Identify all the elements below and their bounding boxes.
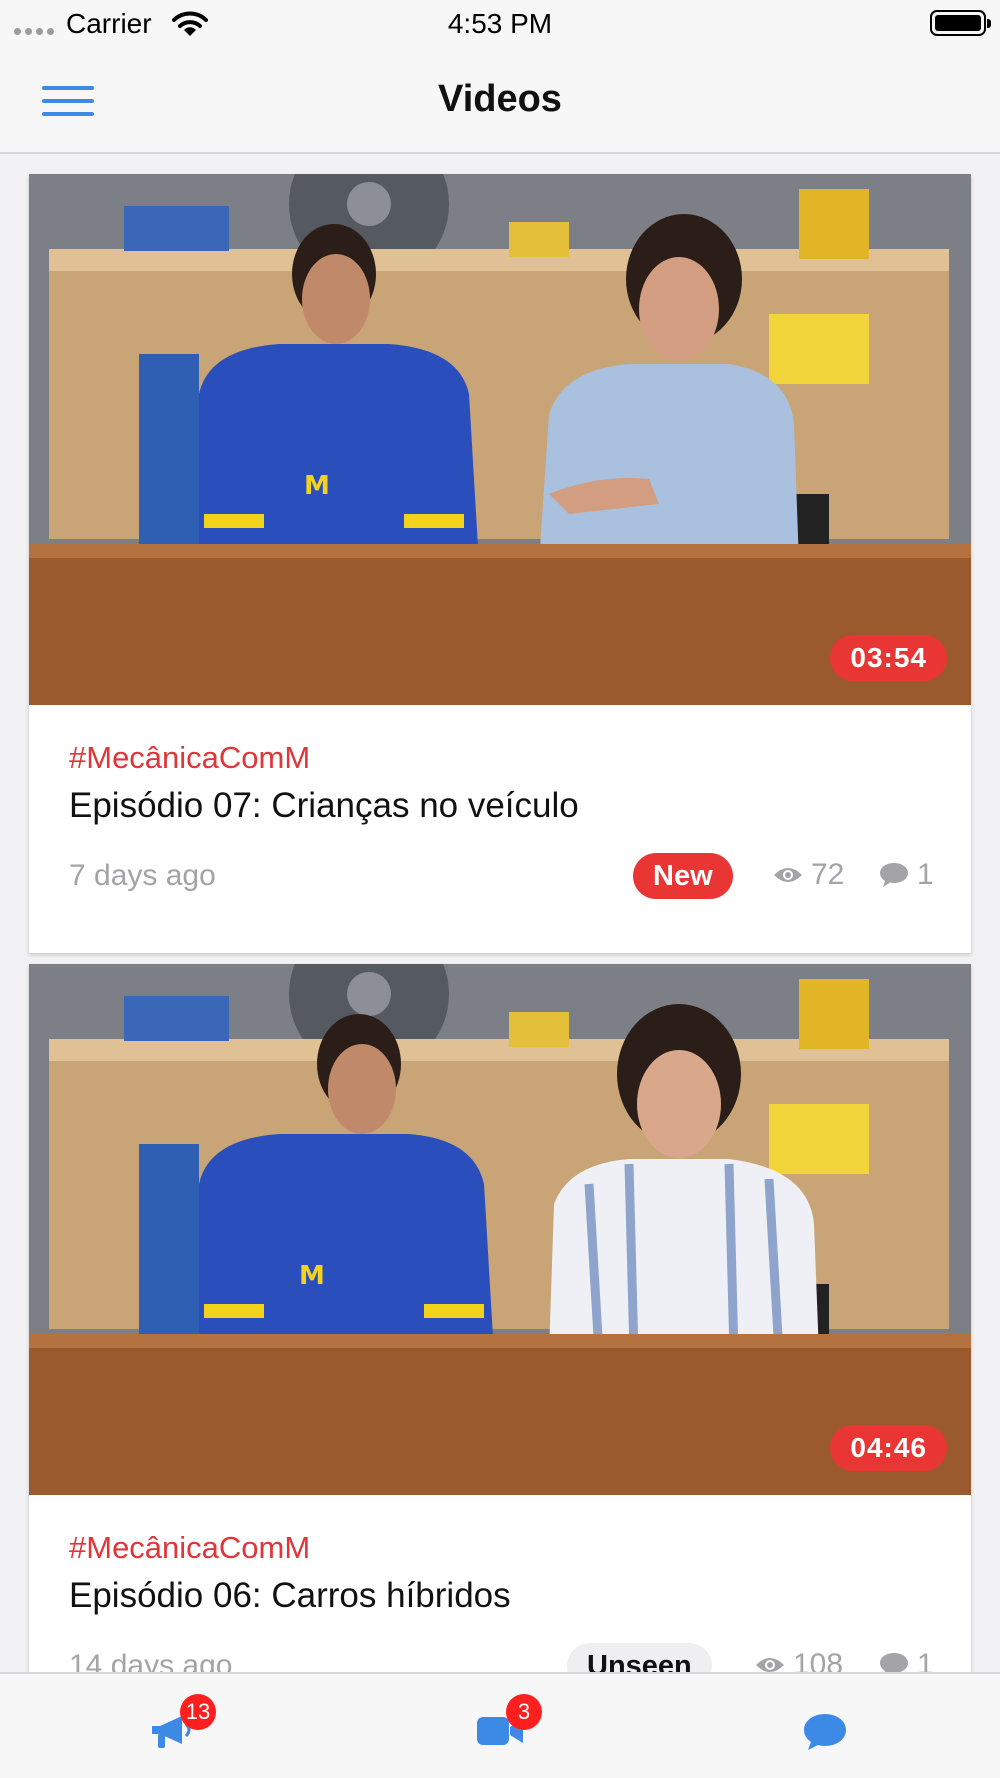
notification-badge: 13	[180, 1694, 216, 1730]
tab-videos[interactable]: 3	[440, 1674, 560, 1778]
workshop-scene-image: M	[29, 174, 971, 705]
svg-text:M: M	[304, 471, 330, 501]
video-card[interactable]: M 04:46 #MecânicaComM Episódio 06: Carro…	[29, 964, 971, 1672]
comment-count[interactable]: 1	[879, 858, 934, 892]
video-thumbnail[interactable]: M 04:46	[29, 964, 971, 1495]
comment-icon	[880, 1653, 908, 1672]
view-count: 108	[755, 1648, 843, 1672]
tab-messages[interactable]	[766, 1674, 886, 1778]
svg-text:M: M	[299, 1261, 325, 1291]
battery-icon	[930, 10, 991, 36]
page-title: Videos	[438, 78, 562, 120]
workshop-scene-image: M	[29, 964, 971, 1495]
video-age: 7 days ago	[69, 859, 216, 892]
video-duration-badge: 04:46	[830, 1425, 947, 1471]
view-count-value: 108	[793, 1648, 844, 1672]
video-card[interactable]: M 03:54 #MecânicaComM Episódio 07: Crian…	[29, 174, 971, 953]
tab-announcements[interactable]: 13	[114, 1674, 234, 1778]
new-badge: New	[633, 853, 733, 899]
video-feed[interactable]: M 03:54 #MecânicaComM Episódio 07: Crian…	[0, 154, 1000, 1672]
video-thumbnail[interactable]: M 03:54	[29, 174, 971, 705]
comment-count[interactable]: 1	[879, 1648, 934, 1672]
view-count: 72	[773, 858, 844, 892]
view-count-value: 72	[811, 858, 845, 891]
comment-count-value: 1	[917, 858, 934, 891]
chat-bubble-icon	[804, 1714, 846, 1750]
status-bar: Carrier 4:53 PM	[0, 0, 1000, 50]
tab-bar: 13 3	[0, 1672, 1000, 1778]
video-age: 14 days ago	[69, 1649, 233, 1672]
eye-icon	[756, 1658, 784, 1672]
eye-icon	[774, 868, 802, 882]
clock: 4:53 PM	[447, 8, 553, 39]
comment-icon	[880, 863, 908, 887]
navigation-bar: Videos	[0, 50, 1000, 154]
notification-badge: 3	[506, 1694, 542, 1730]
video-title[interactable]: Episódio 07: Crianças no veículo	[69, 786, 579, 826]
video-duration-badge: 03:54	[830, 635, 947, 681]
video-title[interactable]: Episódio 06: Carros híbridos	[69, 1576, 511, 1616]
video-hashtag-link[interactable]: #MecânicaComM	[69, 1530, 310, 1566]
unseen-badge: Unseen	[567, 1643, 712, 1672]
comment-count-value: 1	[917, 1648, 934, 1672]
video-hashtag-link[interactable]: #MecânicaComM	[69, 740, 310, 776]
